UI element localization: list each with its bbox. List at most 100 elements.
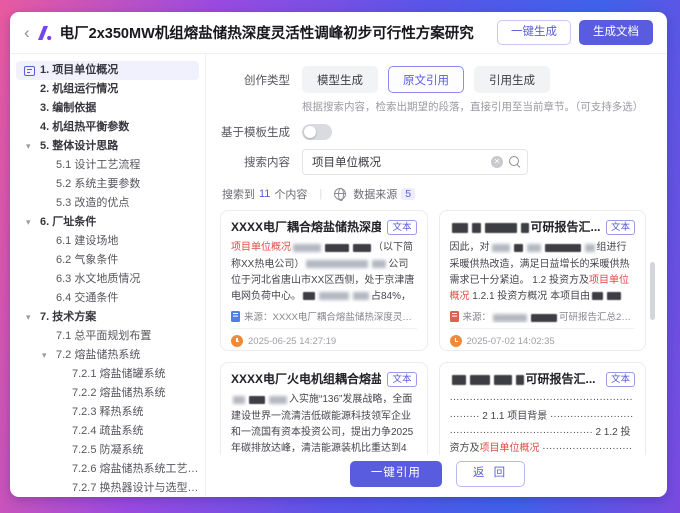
redacted-block xyxy=(452,223,468,233)
result-card-source[interactable]: 来源：XXXX电厂耦合熔盐储热深度灵活调峰热电解耦初步可... xyxy=(231,309,417,323)
result-card[interactable]: 可研报告汇...文本因此，对组进行采暖供热改造，满足日益增长的采暖供热需求已十分… xyxy=(439,210,647,351)
results-region: XXXX电厂耦合熔盐储热深度灵...文本项目单位概况（以下简称XX热电公司）公司… xyxy=(220,210,655,455)
creation-type-option[interactable]: 引用生成 xyxy=(474,66,550,93)
search-icon[interactable] xyxy=(509,156,521,168)
action-footer: 一键引用 返 回 xyxy=(220,455,655,489)
data-source-count[interactable]: 5 xyxy=(401,188,415,200)
source-label: 来源： xyxy=(244,309,273,323)
app-window: ‹ 电厂2x350MW机组熔盐储热深度灵活性调峰初步可行性方案研究 一键生成 生… xyxy=(10,12,667,497)
redacted-block xyxy=(249,396,265,404)
outline-item[interactable]: 7.2.3 释热系统 xyxy=(16,403,199,422)
outline-item-label: 7.2.2 熔盐储热系统 xyxy=(72,387,166,399)
result-card[interactable]: XXXX电厂火电机组耦合熔盐储...文本入实施“136”发展战略，全面建设世界一… xyxy=(220,362,428,455)
creation-type-option[interactable]: 原文引用 xyxy=(388,66,464,93)
divider: | xyxy=(319,188,322,200)
text-segment: 可研报告汇总230826.pdf xyxy=(559,312,635,323)
outline-item-label: 6.4 交通条件 xyxy=(56,292,118,304)
result-card-excerpt: 因此，对组进行采暖供热改造，满足日益增长的采暖供热需求已十分紧迫。 1.2 投资… xyxy=(450,240,636,306)
highlighted-keyword: 项目单位概况 xyxy=(231,242,291,253)
caret-down-icon[interactable]: ▾ xyxy=(42,346,47,365)
outline-item[interactable]: 7.2.2 熔盐储热系统 xyxy=(16,384,199,403)
results-grid: XXXX电厂耦合熔盐储热深度灵...文本项目单位概况（以下简称XX热电公司）公司… xyxy=(220,210,655,455)
return-button[interactable]: 返 回 xyxy=(456,461,525,487)
template-toggle[interactable] xyxy=(302,124,332,140)
result-card-source[interactable]: 来源： 可研报告汇总230826.pdf xyxy=(450,309,636,323)
clock-icon xyxy=(450,335,462,347)
outline-item-label: 7.2.6 熔盐储热系统工艺流... xyxy=(72,463,199,475)
source-label: 来源： xyxy=(463,309,492,323)
text-segment: XXXX电厂耦合熔盐储热深度灵... xyxy=(231,220,381,234)
redacted-block xyxy=(485,223,517,233)
outline-item[interactable]: 6.2 气象条件 xyxy=(16,251,199,270)
outline-item-label: 6.2 气象条件 xyxy=(56,254,118,266)
outline-item-label: 7.1 总平面规划布置 xyxy=(56,330,151,342)
result-count-bar: 搜索到 11 个内容 | 数据来源 5 xyxy=(222,186,655,202)
redacted-block xyxy=(353,244,371,252)
page-title: 电厂2x350MW机组熔盐储热深度灵活性调峰初步可行性方案研究 xyxy=(60,22,497,43)
redacted-block xyxy=(514,244,523,252)
result-card-excerpt: 项目单位概况（以下简称XX热电公司）公司位于河北省唐山市XX区西侧，处于京津唐电… xyxy=(231,240,417,306)
outline-item-label: 5.1 设计工艺流程 xyxy=(56,159,140,171)
outline-item[interactable]: 2. 机组运行情况 xyxy=(16,80,199,99)
document-icon xyxy=(231,311,240,322)
creation-type-option[interactable]: 模型生成 xyxy=(302,66,378,93)
data-source-label[interactable]: 数据来源 xyxy=(353,186,397,202)
creation-type-hint: 根据搜索内容，检索出期望的段落，直接引用至当前章节。（可支持多选） xyxy=(302,99,655,114)
cite-button[interactable]: 一键引用 xyxy=(350,461,442,487)
result-card-excerpt: 入实施“136”发展战略，全面建设世界一流清洁低碳能源科技领军企业和一流国有资本… xyxy=(231,392,417,455)
result-card[interactable]: XXXX电厂耦合熔盐储热深度灵...文本项目单位概况（以下简称XX热电公司）公司… xyxy=(220,210,428,351)
outline-item[interactable]: 7.2.7 换热器设计与选型与... xyxy=(16,479,199,497)
outline-item[interactable]: ▾6. 厂址条件 xyxy=(16,213,199,232)
back-chevron-icon[interactable]: ‹ xyxy=(24,24,30,41)
outline-item[interactable]: 3. 编制依据 xyxy=(16,99,199,118)
outline-item-label: 7.2 熔盐储热系统 xyxy=(56,349,140,361)
outline-item[interactable]: ▾ 7.2 熔盐储热系统 xyxy=(16,346,199,365)
outline-item[interactable]: 4. 机组热平衡参数 xyxy=(16,118,199,137)
outline-item-label: 5.2 系统主要参数 xyxy=(56,178,140,190)
outline-item[interactable]: 7.2.5 防凝系统 xyxy=(16,441,199,460)
outline-item[interactable]: 5.3 改造的优点 xyxy=(16,194,199,213)
redacted-block xyxy=(492,244,510,252)
outline-item[interactable]: 5.1 设计工艺流程 xyxy=(16,156,199,175)
outline-item[interactable]: 7.2.6 熔盐储热系统工艺流... xyxy=(16,460,199,479)
caret-down-icon[interactable]: ▾ xyxy=(26,308,31,327)
outline-item[interactable]: ▾ 5. 整体设计思路 xyxy=(16,137,199,156)
one-click-generate-button[interactable]: 一键生成 xyxy=(497,20,571,46)
outline-item-label: 2. 机组运行情况 xyxy=(40,83,118,95)
scrollbar-thumb[interactable] xyxy=(650,262,655,320)
outline-item[interactable]: 6.3 水文地质情况 xyxy=(16,270,199,289)
clear-icon[interactable]: ✕ xyxy=(491,156,503,168)
result-card[interactable]: 可研报告汇...文本······························… xyxy=(439,362,647,455)
outline-item[interactable]: 6.1 建设场地 xyxy=(16,232,199,251)
outline-item-label: 7.2.7 换热器设计与选型与... xyxy=(72,482,199,494)
redacted-block xyxy=(585,244,595,252)
outline-item-label: 7.2.5 防凝系统 xyxy=(72,444,144,456)
outline-item[interactable]: 5.2 系统主要参数 xyxy=(16,175,199,194)
generate-document-button[interactable]: 生成文档 xyxy=(579,20,653,46)
result-count: 11 xyxy=(259,188,270,200)
outline-item[interactable]: 7.2.1 熔盐储罐系统 xyxy=(16,365,199,384)
creation-type-label: 创作类型 xyxy=(220,72,290,88)
outline-item-label: 5. 整体设计思路 xyxy=(40,140,118,152)
text-segment: XXXX电厂耦合熔盐储热深度灵活调峰热电解耦初步可... xyxy=(273,312,417,323)
redacted-block xyxy=(494,375,512,385)
result-card-title: 可研报告汇... xyxy=(450,220,600,235)
main-panel: 创作类型 模型生成原文引用引用生成 根据搜索内容，检索出期望的段落，直接引用至当… xyxy=(206,54,667,497)
highlighted-keyword: 项目单位概况 xyxy=(480,443,540,454)
redacted-block xyxy=(319,292,349,300)
caret-down-icon[interactable]: ▾ xyxy=(26,137,31,156)
text-segment: XXXX电厂火电机组耦合熔盐储... xyxy=(231,372,381,386)
outline-item[interactable]: 7.1 总平面规划布置 xyxy=(16,327,199,346)
text-segment: 因此，对 xyxy=(450,242,490,253)
outline-item[interactable]: 7.2.4 疏盐系统 xyxy=(16,422,199,441)
redacted-block xyxy=(306,260,368,268)
outline-item[interactable]: 6.4 交通条件 xyxy=(16,289,199,308)
source-filename: 可研报告汇总230826.pdf xyxy=(491,309,635,323)
outline-item[interactable]: ▾7. 技术方案 xyxy=(16,308,199,327)
text-segment: 1.2.1 投资方概况 本项目由 xyxy=(470,291,591,302)
timestamp: 2025-07-02 14:02:35 xyxy=(467,336,555,347)
outline-item-label: 1. 项目单位概况 xyxy=(40,64,118,76)
outline-item[interactable]: 1. 项目单位概况 xyxy=(16,61,199,80)
caret-down-icon[interactable]: ▾ xyxy=(26,213,31,232)
outline-item-label: 4. 机组热平衡参数 xyxy=(40,121,129,133)
